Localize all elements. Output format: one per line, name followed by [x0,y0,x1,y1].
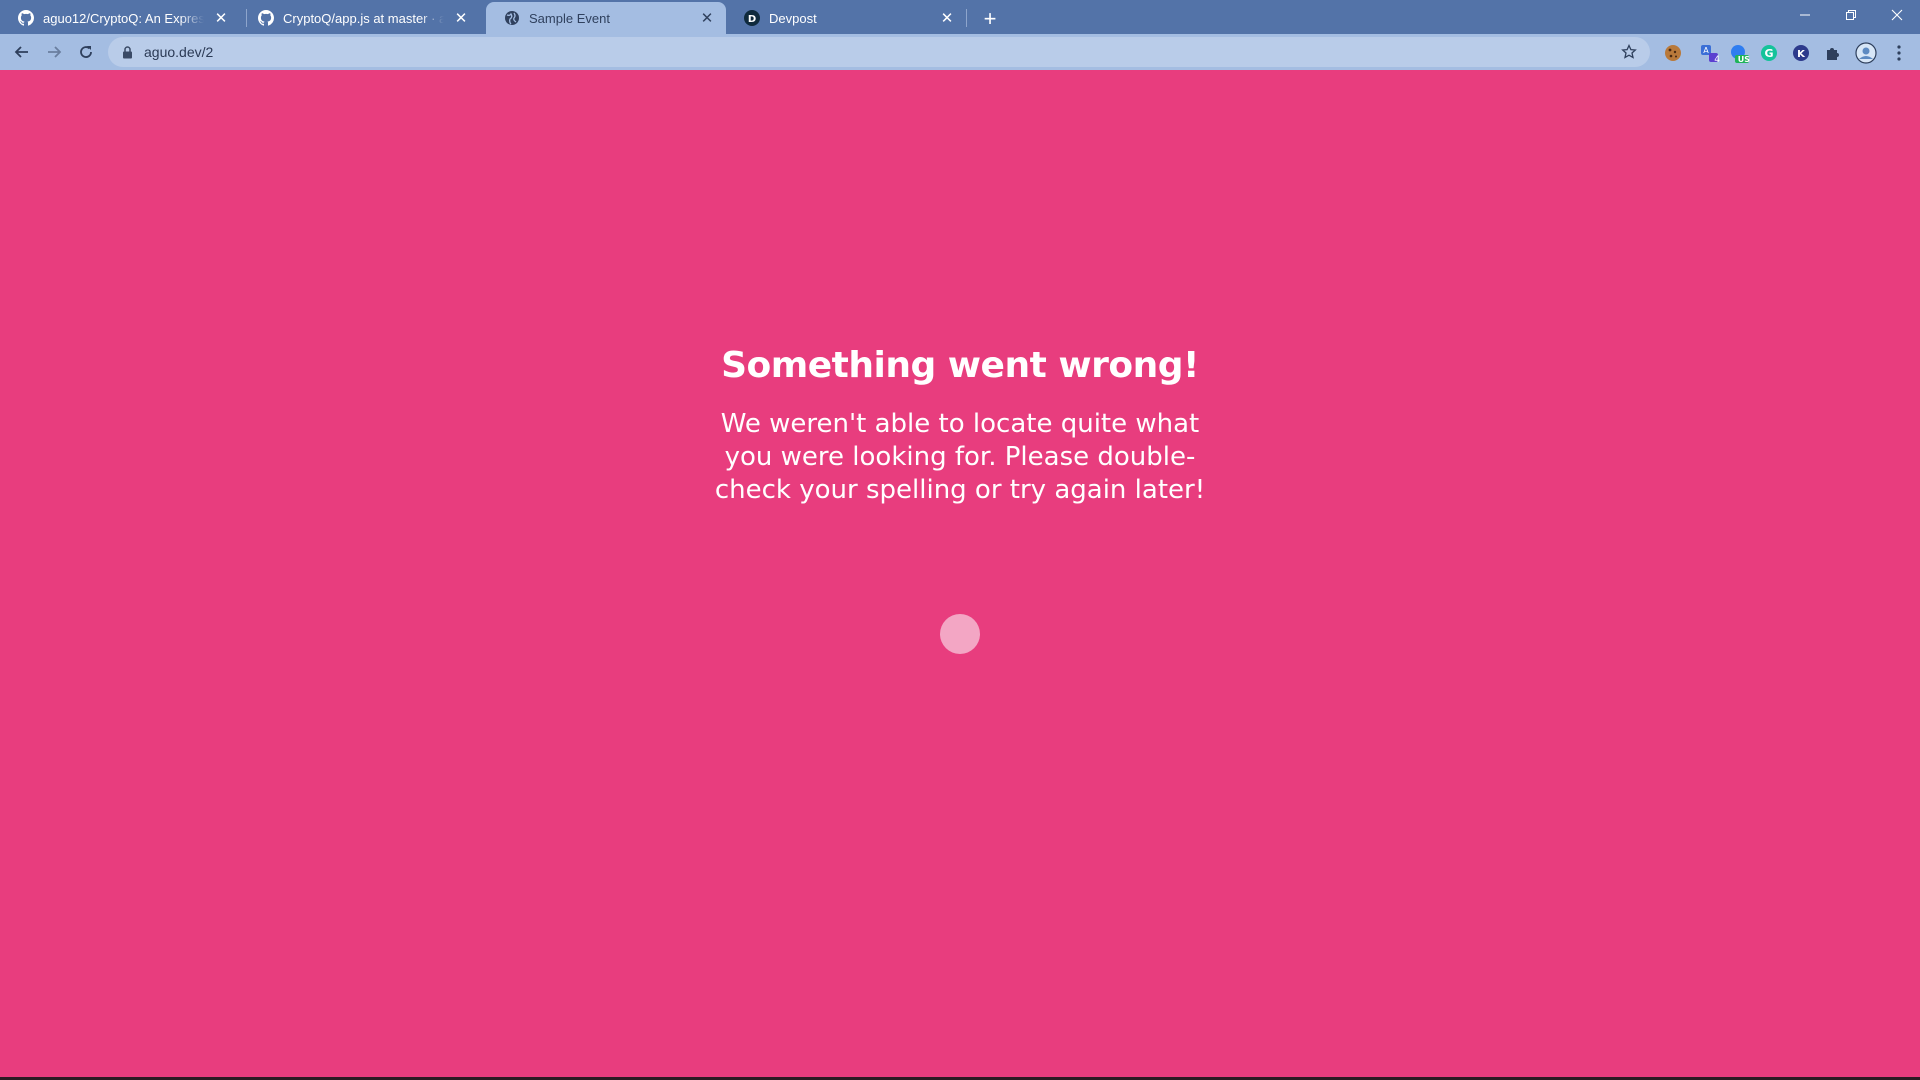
svg-text:K: K [1797,49,1806,60]
reload-icon [80,46,92,58]
puzzle-icon[interactable] [1822,42,1844,64]
github-icon [258,10,274,26]
tab-sample-event[interactable]: Sample Event ✕ [486,2,726,34]
svg-text:G: G [1764,47,1773,60]
tab-github-repo[interactable]: aguo12/CryptoQ: An Express based ✕ [0,2,240,34]
profile-icon[interactable] [1855,42,1877,64]
loading-spinner [940,614,980,654]
close-icon[interactable]: ✕ [212,9,230,27]
vpn-icon[interactable]: US [1728,42,1750,64]
bookmark-star-icon[interactable] [1618,41,1640,63]
tab-separator [966,9,967,27]
forward-button[interactable] [40,38,68,66]
svg-text:D: D [748,14,756,25]
tab-devpost[interactable]: D Devpost ✕ [726,2,966,34]
devpost-icon: D [744,10,760,26]
arrow-left-icon [14,46,28,58]
tab-strip: aguo12/CryptoQ: An Express based ✕ Crypt… [0,0,1920,34]
address-bar[interactable]: aguo.dev/2 [108,37,1650,67]
grammarly-icon[interactable]: G [1758,42,1780,64]
new-tab-button[interactable]: + [976,5,1004,33]
menu-dots-icon[interactable] [1888,42,1910,64]
reload-button[interactable] [72,38,100,66]
translate-badge: 4 [1714,55,1720,65]
browser-toolbar: aguo.dev/2 A 4 US G K [0,34,1920,70]
error-message: We weren't able to locate quite what you… [714,409,1206,505]
tab-title: Sample Event [529,10,610,26]
page-body: Something went wrong! We weren't able to… [0,70,1920,1080]
tab-title: CryptoQ/app.js at master · aguo12 [283,10,444,26]
tab-github-file[interactable]: CryptoQ/app.js at master · aguo12 ✕ [240,2,480,34]
arrow-right-icon [48,46,62,58]
close-window-button[interactable] [1874,0,1920,30]
restore-button[interactable] [1828,0,1874,30]
minimize-button[interactable] [1782,0,1828,30]
close-icon[interactable]: ✕ [698,9,716,27]
close-icon[interactable]: ✕ [452,9,470,27]
error-content: Something went wrong! We weren't able to… [0,345,1920,507]
svg-text:A: A [1703,46,1709,55]
close-icon[interactable]: ✕ [938,9,956,27]
error-title: Something went wrong! [721,345,1199,386]
back-button[interactable] [8,38,36,66]
k-icon[interactable]: K [1790,42,1812,64]
url-text[interactable]: aguo.dev/2 [144,44,1618,60]
tab-title: Devpost [769,10,817,26]
lock-icon[interactable] [120,45,134,59]
github-icon [18,10,34,26]
tab-title: aguo12/CryptoQ: An Express based [43,10,204,26]
translate-icon[interactable]: A 4 [1698,42,1720,65]
vpn-badge: US [1737,55,1750,64]
globe-icon [504,10,520,26]
cookie-icon[interactable] [1662,42,1684,64]
